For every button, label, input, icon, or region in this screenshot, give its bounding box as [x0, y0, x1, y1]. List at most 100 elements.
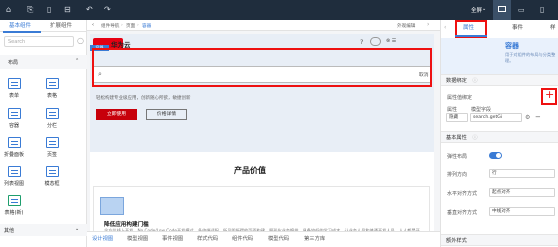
extra-style-header[interactable]: 额外样式 — [441, 234, 558, 246]
basic-props-header[interactable]: 基本属性 ⓘ — [441, 131, 558, 143]
card-illustration — [100, 197, 124, 215]
tab-event-view[interactable]: 事件视图 — [162, 234, 183, 244]
tabs-icon — [45, 137, 59, 148]
section-title: 布局 — [8, 60, 19, 66]
tablet-icon[interactable]: ▭ — [518, 6, 525, 14]
flex-layout-toggle[interactable] — [489, 152, 502, 159]
tab-events[interactable]: 事件 — [512, 23, 523, 33]
component-panel: 基本组件 扩展组件 Search ○ 布局 ⌃ 表单 表格 容器 分栏 折叠面板… — [0, 20, 87, 247]
secondary-button[interactable]: 价格详情 — [146, 109, 187, 120]
v-align-select[interactable]: 中线对齐 — [489, 207, 555, 216]
column-header-attr: 属性 — [447, 107, 458, 113]
v-align-label: 垂直对齐方式 — [447, 210, 478, 216]
chevron-left-icon[interactable]: ‹ — [92, 22, 94, 28]
redo-icon[interactable]: ↷ — [104, 6, 111, 14]
mobile-icon[interactable]: ▯ — [540, 5, 544, 14]
undo-icon[interactable]: ↶ — [86, 6, 93, 14]
tab-model-code[interactable]: 模型代码 — [268, 234, 289, 244]
select-value: 中线对齐 — [492, 209, 511, 214]
model-value: search.getGi — [473, 115, 503, 120]
tab-component-code[interactable]: 组件代码 — [232, 234, 253, 244]
tab-basic-components[interactable]: 基本组件 — [9, 21, 31, 31]
section-title: 数据绑定 — [446, 78, 467, 84]
section-title: 其他 — [4, 228, 15, 234]
container-icon — [7, 108, 21, 119]
help-icon[interactable]: ? — [360, 38, 363, 46]
component-label: 表单 — [8, 93, 19, 99]
direction-select[interactable]: 行 — [489, 169, 555, 178]
chevron-down-icon: ⌄ — [75, 226, 80, 232]
page-preview: 华为云 ? ⊗ ☰ 容器 ⌕ 取消 轻松构建专业级应用，创新随心所欲，敏捷创新 … — [90, 34, 434, 242]
component-label: 容器 — [8, 123, 19, 129]
component-table[interactable]: 表格 — [37, 78, 67, 99]
appearance-edit-link[interactable]: 外观编辑 — [397, 23, 415, 29]
code-icon[interactable]: ⊟ — [64, 6, 71, 14]
tab-style-code[interactable]: 样式代码 — [197, 234, 218, 244]
layout-icon[interactable]: ▯ — [47, 6, 51, 14]
breadcrumb-item[interactable]: 容器 — [142, 23, 151, 29]
tab-third-party[interactable]: 第三方库 — [304, 234, 325, 244]
breadcrumb-item[interactable]: 页面 — [126, 23, 135, 29]
component-info: 容器 用于对组件的布局与分类整理。 — [441, 38, 558, 74]
table-icon — [45, 78, 59, 89]
lock-icon[interactable]: ⌂ — [6, 6, 11, 14]
chevron-left-icon[interactable]: ‹ — [444, 24, 446, 31]
primary-button[interactable]: 立即使用 — [96, 109, 137, 120]
active-tab-underline — [3, 31, 41, 33]
search-icon[interactable]: ○ — [77, 36, 84, 45]
component-label: 表格 — [46, 93, 57, 99]
list-icon — [7, 166, 21, 177]
remove-icon[interactable]: − — [535, 113, 541, 121]
form-icon — [7, 78, 21, 89]
card-title: 降低应用构建门槛 — [104, 222, 149, 228]
model-field-select[interactable]: search.getGi — [470, 113, 522, 122]
section-title: 基本属性 — [446, 135, 467, 141]
design-canvas: ‹ 组件导航 › 页面 › 容器 外观编辑 › 华为云 ? ⊗ ☰ 容器 ⌕ 取… — [87, 20, 440, 247]
breadcrumb-separator: › — [137, 23, 139, 28]
h-align-select[interactable]: 起点对齐 — [489, 188, 555, 197]
columns-icon — [45, 108, 59, 119]
property-panel: ‹ 属性 事件 样 容器 用于对组件的布局与分类整理。 数据绑定 ⓘ 属性值绑定… — [440, 20, 558, 247]
component-collapse[interactable]: 折叠面板 — [0, 137, 29, 158]
save-icon[interactable]: ⎘ — [27, 6, 33, 14]
component-table-new[interactable]: 表格(新) — [0, 195, 29, 216]
component-list-view[interactable]: 列表视图 — [0, 166, 29, 187]
select-value: 起点对齐 — [492, 190, 511, 195]
select-value: 行 — [492, 171, 497, 176]
chevron-up-icon: ⌃ — [75, 58, 80, 64]
data-binding-header[interactable]: 数据绑定 ⓘ — [441, 74, 558, 86]
chevron-right-icon[interactable]: › — [427, 21, 429, 28]
breadcrumb-item[interactable]: 组件导航 — [101, 23, 119, 29]
direction-label: 排列方向 — [447, 172, 468, 178]
tab-model-view[interactable]: 模型视图 — [127, 234, 148, 244]
fullscreen-label[interactable]: 全屏 — [471, 6, 482, 14]
top-toolbar: ⌂ ⎘ ▯ ⊟ ↶ ↷ 全屏 ⌄ ▭ ▯ — [0, 0, 558, 20]
tab-design-view[interactable]: 设计视图 — [92, 234, 113, 244]
layout-section-header[interactable]: 布局 ⌃ — [0, 55, 87, 69]
component-title: 容器 — [505, 42, 519, 50]
canvas-header — [87, 20, 440, 31]
section-title: 额外样式 — [446, 238, 467, 244]
table-new-icon — [7, 195, 21, 206]
breadcrumb-separator: › — [121, 23, 123, 28]
component-label: 表格(新) — [4, 210, 24, 216]
settings-icon[interactable]: ⚙ — [525, 114, 530, 121]
chevron-down-icon[interactable]: ⌄ — [482, 6, 486, 12]
avatar[interactable] — [370, 37, 381, 46]
info-icon: ⓘ — [472, 135, 478, 141]
component-search-input[interactable]: Search — [4, 36, 74, 47]
component-form[interactable]: 表单 — [0, 78, 29, 99]
component-modal[interactable]: 模态框 — [37, 166, 67, 187]
component-columns[interactable]: 分栏 — [37, 108, 67, 129]
add-icon[interactable]: + — [545, 88, 554, 101]
attr-select[interactable]: 隐藏 — [446, 113, 468, 122]
tab-extended-components[interactable]: 扩展组件 — [50, 21, 72, 31]
component-label: 分栏 — [46, 123, 57, 129]
component-container[interactable]: 容器 — [0, 108, 29, 129]
h-align-label: 水平对齐方式 — [447, 191, 478, 197]
collapse-icon — [7, 137, 21, 148]
user-menu[interactable]: ⊗ ☰ — [386, 38, 396, 44]
other-section-header[interactable]: 其他 ⌄ — [0, 224, 87, 236]
component-tabs[interactable]: 页签 — [37, 137, 67, 158]
tab-styles[interactable]: 样 — [550, 23, 556, 33]
